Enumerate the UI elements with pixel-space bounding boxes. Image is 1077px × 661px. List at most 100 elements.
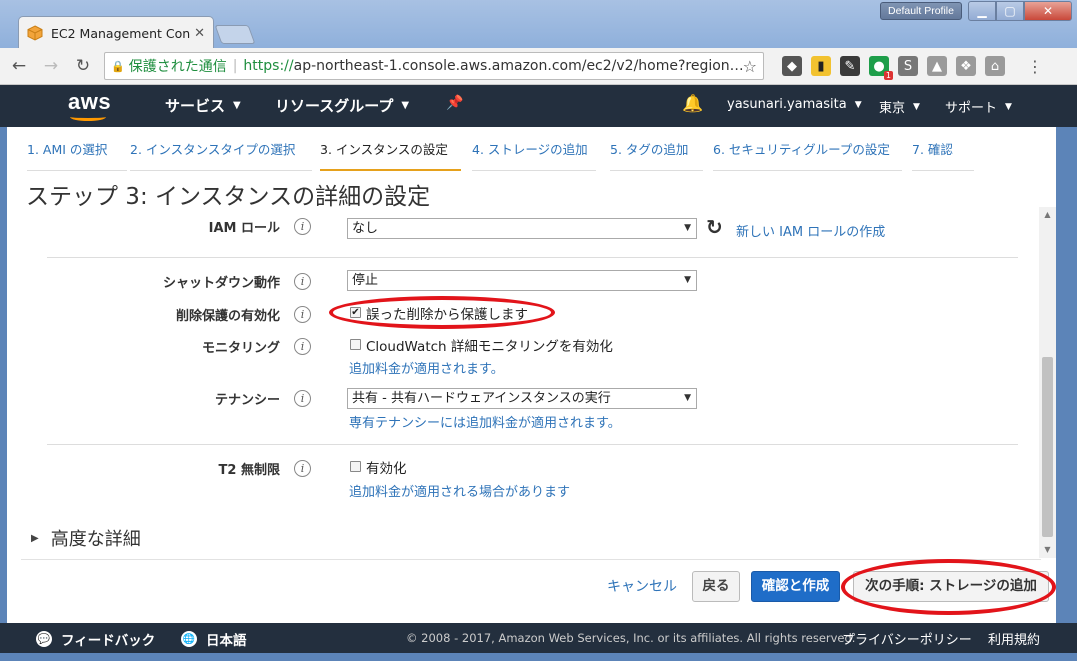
divider (21, 559, 1041, 560)
window-close-button[interactable]: ✕ (1024, 1, 1072, 21)
page-title: ステップ 3: インスタンスの詳細の設定 (26, 184, 431, 210)
iam-role-select[interactable]: なし ▼ (347, 218, 697, 239)
info-icon[interactable]: i (294, 390, 311, 407)
minimize-button[interactable]: ▁ (968, 1, 996, 21)
divider (47, 444, 1018, 445)
caret-down-icon: ▼ (401, 100, 410, 111)
region-menu[interactable]: 東京 ▼ (879, 97, 920, 116)
scroll-thumb[interactable] (1042, 357, 1053, 537)
info-icon[interactable]: i (294, 460, 311, 477)
t2-fee-note[interactable]: 追加料金が適用される場合があります (349, 481, 570, 500)
language-selector[interactable]: 🌐 日本語 (181, 629, 247, 649)
user-menu[interactable]: yasunari.yamasita ▼ (727, 97, 862, 112)
back-button[interactable]: 戻る (692, 571, 740, 602)
step-instance-type[interactable]: 2. インスタンスタイプの選択 (130, 139, 312, 171)
info-icon[interactable]: i (294, 218, 311, 235)
maximize-button[interactable]: ▢ (996, 1, 1024, 21)
termination-protection-label: 削除保護の有効化 (175, 309, 280, 324)
step-add-storage[interactable]: 4. ストレージの追加 (472, 139, 596, 171)
t2-unlimited-checkbox[interactable] (350, 461, 361, 472)
scroll-down-icon[interactable]: ▼ (1039, 542, 1056, 558)
services-menu[interactable]: サービス ▼ (165, 95, 241, 116)
dropdown-arrow-icon: ▼ (684, 393, 691, 403)
scroll-up-icon[interactable]: ▲ (1039, 207, 1056, 223)
aws-logo[interactable]: aws (0, 85, 111, 127)
step-configure-instance[interactable]: 3. インスタンスの設定 (320, 139, 461, 171)
browser-toolbar: ← → ↻ 🔒 保護された通信 | https://ap-northeast-1… (0, 48, 1077, 85)
caret-down-icon: ▼ (913, 101, 920, 112)
caret-down-icon: ▼ (233, 100, 241, 111)
copyright-text: © 2008 - 2017, Amazon Web Services, Inc.… (406, 631, 856, 645)
bell-icon[interactable]: 🔔 (682, 94, 703, 114)
monitoring-label: モニタリング (201, 341, 280, 356)
info-icon[interactable]: i (294, 273, 311, 290)
t2-unlimited-text: 有効化 (366, 461, 407, 477)
info-icon[interactable]: i (294, 306, 311, 323)
window-frame (1056, 127, 1077, 623)
aws-cube-icon (27, 25, 43, 41)
new-tab-button[interactable] (214, 25, 256, 44)
forward-arrow-icon[interactable]: → (38, 53, 64, 79)
evernote-icon[interactable]: ✎ (840, 56, 860, 76)
terms-link[interactable]: 利用規約 (988, 629, 1040, 648)
review-and-launch-button[interactable]: 確認と作成 (751, 571, 840, 602)
lock-icon: 🔒 (111, 59, 125, 73)
create-iam-role-link[interactable]: 新しい IAM ロールの作成 (736, 221, 885, 240)
tab-title: EC2 Management Con (51, 25, 191, 41)
extension-badge-icon[interactable]: ● 1 (869, 56, 893, 80)
dropdown-arrow-icon: ▼ (684, 275, 691, 285)
url-text: https://ap-northeast-1.console.aws.amazo… (243, 58, 743, 74)
expand-triangle-icon: ▶ (31, 532, 39, 544)
dropbox-icon[interactable]: ❖ (956, 56, 976, 76)
step-review[interactable]: 7. 確認 (912, 139, 974, 171)
shutdown-behavior-select[interactable]: 停止 ▼ (347, 270, 697, 291)
extension-key-icon[interactable]: ▮ (811, 56, 831, 76)
wizard-steps: 1. AMI の選択 2. インスタンスタイプの選択 3. インスタンスの設定 … (27, 139, 1027, 171)
caret-down-icon: ▼ (854, 99, 862, 110)
drive-icon[interactable]: ▲ (927, 56, 947, 76)
browser-titlebar: EC2 Management Con ✕ Default Profile ▁ ▢… (0, 0, 1077, 49)
privacy-policy-link[interactable]: プライバシーポリシー (842, 629, 972, 648)
window-frame (0, 653, 1077, 661)
highlight-ellipse (841, 559, 1056, 615)
tenancy-label: テナンシー (214, 393, 280, 408)
back-arrow-icon[interactable]: ← (6, 53, 32, 79)
aws-smile-icon (70, 113, 106, 121)
info-icon[interactable]: i (294, 338, 311, 355)
tenancy-select[interactable]: 共有 - 共有ハードウェアインスタンスの実行 ▼ (347, 388, 697, 409)
step-ami[interactable]: 1. AMI の選択 (27, 139, 127, 171)
refresh-icon[interactable]: ↻ (706, 215, 723, 239)
reload-icon[interactable]: ↻ (70, 53, 96, 79)
advanced-details-toggle[interactable]: ▶ 高度な詳細 (31, 525, 141, 551)
browser-tab[interactable]: EC2 Management Con ✕ (18, 16, 214, 49)
pin-icon[interactable]: 📌 (446, 95, 463, 111)
bookmark-star-icon[interactable]: ☆ (743, 57, 757, 76)
feedback-link[interactable]: 💬 フィードバック (36, 629, 155, 649)
profile-badge[interactable]: Default Profile (880, 2, 962, 20)
console-footer: 💬 フィードバック 🌐 日本語 © 2008 - 2017, Amazon We… (0, 623, 1077, 653)
address-bar[interactable]: 🔒 保護された通信 | https://ap-northeast-1.conso… (104, 52, 764, 80)
globe-icon: 🌐 (181, 631, 197, 647)
t2-unlimited-label: T2 無制限 (218, 463, 280, 478)
pocket-icon[interactable]: ◆ (782, 56, 802, 76)
form-scrollbar[interactable]: ▲ ▼ (1039, 207, 1056, 558)
secure-label: 保護された通信 (128, 59, 227, 75)
speech-bubble-icon: 💬 (36, 631, 52, 647)
resource-groups-menu[interactable]: リソースグループ ▼ (275, 95, 409, 116)
dropdown-arrow-icon: ▼ (684, 223, 691, 233)
menu-dots-icon[interactable]: ⋮ (1025, 56, 1045, 76)
tenancy-fee-note[interactable]: 専有テナンシーには追加料金が適用されます。 (349, 412, 621, 431)
content-panel: 1. AMI の選択 2. インスタンスタイプの選択 3. インスタンスの設定 … (7, 127, 1056, 623)
cancel-button[interactable]: キャンセル (607, 576, 677, 596)
monitoring-text: CloudWatch 詳細モニタリングを有効化 (366, 339, 613, 355)
step-security-group[interactable]: 6. セキュリティグループの設定 (713, 139, 902, 171)
pdf-icon[interactable]: ⌂ (985, 56, 1005, 76)
iam-role-label: IAM ロール (208, 221, 280, 236)
tab-close-icon[interactable]: ✕ (194, 26, 205, 41)
support-menu[interactable]: サポート ▼ (945, 97, 1012, 116)
step-add-tags[interactable]: 5. タグの追加 (610, 139, 703, 171)
monitoring-checkbox[interactable] (350, 339, 361, 350)
stylish-icon[interactable]: S (898, 56, 918, 76)
monitoring-fee-note[interactable]: 追加料金が適用されます。 (349, 358, 504, 377)
form-area: IAM ロール i なし ▼ ↻ 新しい IAM ロールの作成 シャットダウン動作… (7, 207, 1056, 558)
